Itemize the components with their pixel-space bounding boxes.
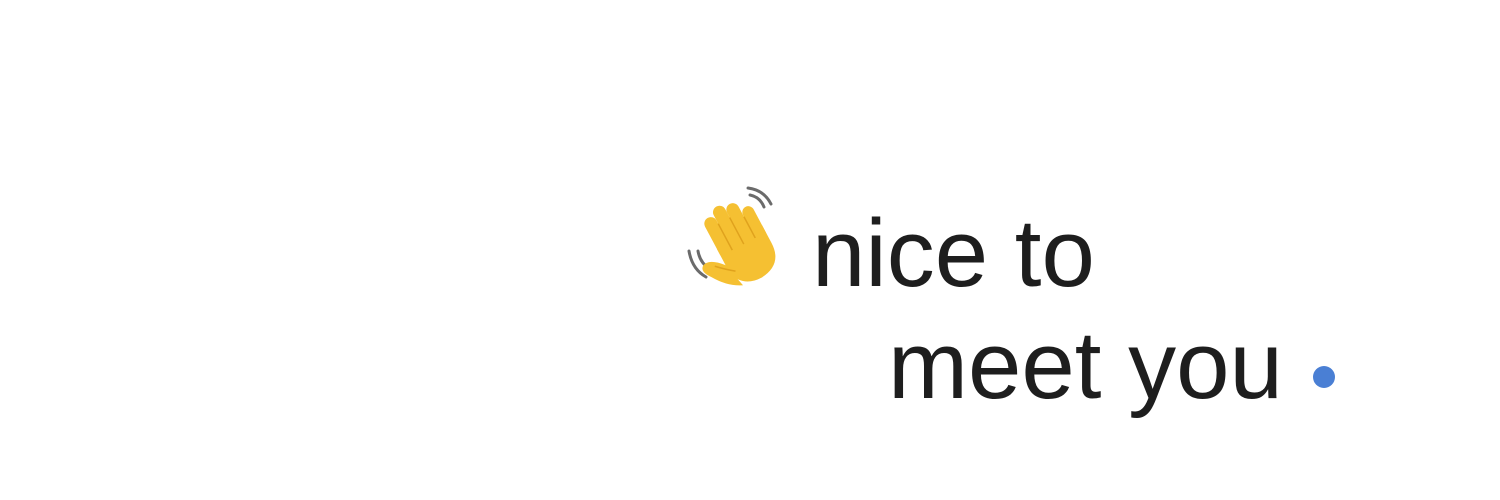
banner-canvas: nice to meet you (0, 0, 1500, 500)
waving-hand-icon (687, 186, 776, 286)
greeting-line-1: nice to (812, 200, 1095, 307)
accent-dot (1313, 366, 1335, 388)
greeting-line-2: meet you (888, 312, 1283, 419)
